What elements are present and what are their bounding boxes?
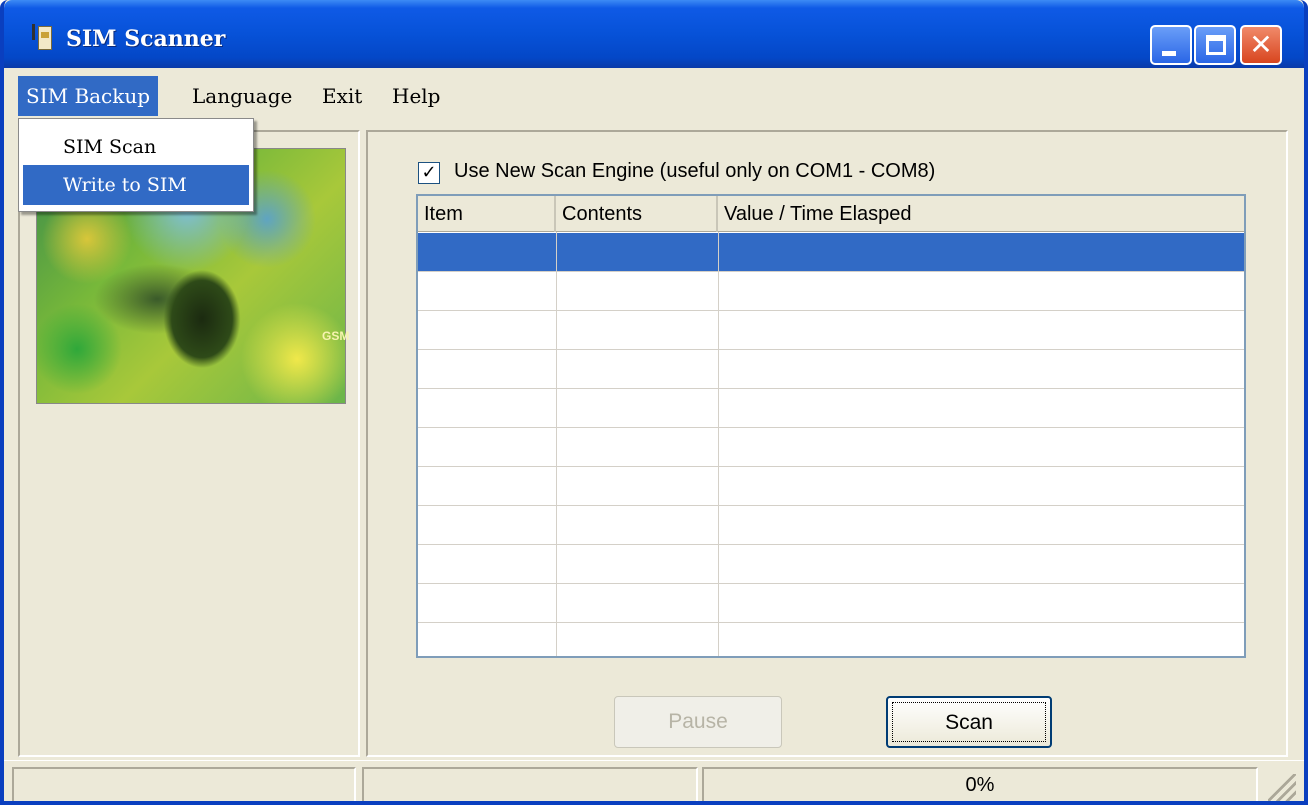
pause-button[interactable]: Pause: [614, 696, 782, 748]
artwork-label: GSM: [322, 329, 350, 343]
table-row[interactable]: [418, 350, 1244, 389]
column-divider: [718, 232, 719, 656]
status-pane-2: [362, 767, 698, 801]
title-bar[interactable]: SIM Scanner ✕: [4, 0, 1304, 68]
resize-grip-icon[interactable]: [1268, 774, 1296, 801]
table-row[interactable]: [418, 311, 1244, 350]
table-row[interactable]: [418, 272, 1244, 311]
close-icon: ✕: [1249, 28, 1273, 61]
progress-text: 0%: [965, 774, 995, 796]
new-scan-engine-checkbox[interactable]: ✓: [418, 162, 440, 184]
sim-backup-dropdown: SIM Scan Write to SIM: [18, 118, 254, 212]
column-header-item[interactable]: Item: [418, 196, 556, 232]
menu-help[interactable]: Help: [384, 76, 448, 116]
scan-button-label: Scan: [945, 711, 993, 734]
progress-pane: 0%: [702, 767, 1258, 801]
new-scan-engine-label[interactable]: Use New Scan Engine (useful only on COM1…: [454, 160, 935, 183]
column-divider: [556, 232, 557, 656]
window-title: SIM Scanner: [66, 26, 226, 52]
scan-button[interactable]: Scan: [886, 696, 1052, 748]
menu-sim-backup[interactable]: SIM Backup: [18, 76, 159, 116]
table-row[interactable]: [418, 428, 1244, 467]
minimize-button[interactable]: [1150, 25, 1192, 65]
table-row[interactable]: [418, 584, 1244, 623]
app-window: SIM Scanner ✕ SIM Backup Language Exit H…: [0, 0, 1308, 805]
maximize-button[interactable]: [1194, 25, 1236, 65]
menu-item-sim-scan[interactable]: SIM Scan: [23, 127, 249, 167]
column-header-contents[interactable]: Contents: [556, 196, 718, 232]
menu-exit[interactable]: Exit: [314, 76, 370, 116]
menu-item-write-to-sim[interactable]: Write to SIM: [23, 165, 249, 205]
table-row[interactable]: [418, 506, 1244, 545]
column-header-value[interactable]: Value / Time Elasped: [718, 196, 1244, 232]
minimize-icon: [1162, 51, 1176, 56]
table-row[interactable]: [418, 545, 1244, 584]
menu-bar: SIM Backup Language Exit Help: [4, 68, 1304, 124]
scan-results-list[interactable]: Item Contents Value / Time Elasped: [416, 194, 1246, 658]
table-row[interactable]: [418, 467, 1244, 506]
table-row[interactable]: [418, 233, 1244, 272]
close-button[interactable]: ✕: [1240, 25, 1282, 65]
list-header: Item Contents Value / Time Elasped: [418, 196, 1244, 232]
menu-language[interactable]: Language: [184, 76, 300, 116]
status-pane-1: [12, 767, 356, 801]
sim-card-icon[interactable]: [30, 24, 58, 52]
status-bar: 0%: [4, 760, 1304, 801]
table-row[interactable]: [418, 623, 1244, 656]
table-row[interactable]: [418, 389, 1244, 428]
maximize-icon: [1206, 35, 1226, 55]
